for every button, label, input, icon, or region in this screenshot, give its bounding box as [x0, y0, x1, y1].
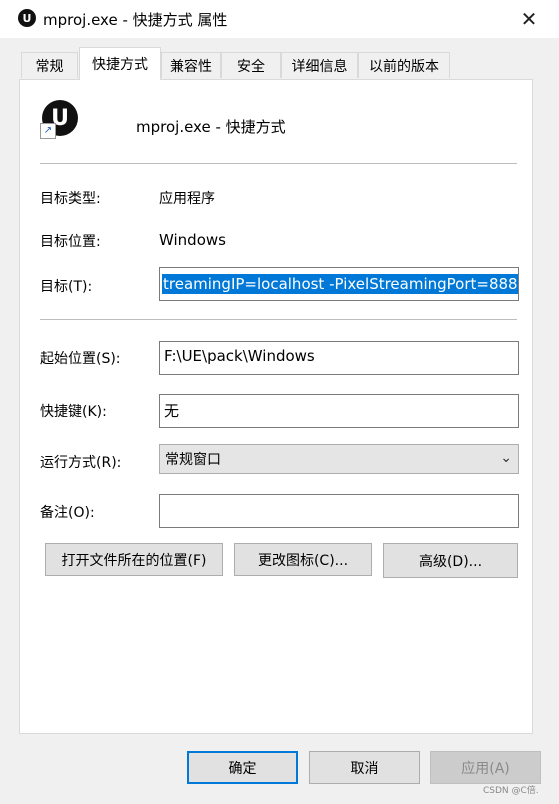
comment-field[interactable] — [159, 494, 519, 528]
target-location-label: 目标位置: — [40, 234, 101, 250]
tab-compatibility[interactable]: 兼容性 — [161, 52, 221, 78]
window-title: mproj.exe - 快捷方式 属性 — [43, 11, 228, 29]
hotkey-label: 快捷键(K): — [40, 404, 107, 420]
target-field-text: treamingIP=localhost -PixelStreamingPort… — [162, 274, 518, 294]
divider — [40, 163, 517, 164]
open-file-location-button[interactable]: 打开文件所在的位置(F) — [45, 543, 223, 576]
change-icon-button[interactable]: 更改图标(C)... — [234, 543, 372, 576]
hotkey-field[interactable]: 无 — [159, 394, 519, 428]
comment-label: 备注(O): — [40, 505, 95, 521]
cancel-button[interactable]: 取消 — [309, 751, 420, 784]
advanced-button[interactable]: 高级(D)... — [383, 543, 518, 578]
shortcut-arrow-icon: ↗ — [40, 123, 56, 139]
tab-details[interactable]: 详细信息 — [281, 52, 358, 78]
target-type-value: 应用程序 — [159, 191, 215, 207]
chevron-down-icon: ⌄ — [500, 450, 512, 466]
apply-button[interactable]: 应用(A) — [430, 751, 541, 784]
start-in-field[interactable]: F:\UE\pack\Windows — [159, 341, 519, 375]
watermark-text: CSDN @C倍. — [483, 786, 539, 796]
window-frame-left — [0, 38, 10, 804]
window-frame-right — [541, 38, 559, 804]
start-in-label: 起始位置(S): — [40, 351, 121, 367]
tab-general[interactable]: 常规 — [21, 52, 78, 78]
run-mode-value: 常规窗口 — [165, 452, 221, 468]
target-location-value: Windows — [159, 231, 226, 249]
run-label: 运行方式(R): — [40, 455, 122, 471]
divider — [40, 319, 517, 320]
target-type-label: 目标类型: — [40, 191, 101, 207]
run-mode-select[interactable]: 常规窗口 ⌄ — [159, 444, 519, 474]
tab-security[interactable]: 安全 — [221, 52, 281, 78]
shortcut-name: mproj.exe - 快捷方式 — [136, 118, 286, 136]
close-button[interactable]: ✕ — [503, 2, 555, 36]
target-label: 目标(T): — [40, 279, 93, 295]
ok-button[interactable]: 确定 — [187, 751, 298, 784]
title-bar: U mproj.exe - 快捷方式 属性 ✕ — [0, 0, 559, 38]
tab-shortcut[interactable]: 快捷方式 — [79, 47, 161, 80]
tab-previous-versions[interactable]: 以前的版本 — [358, 52, 450, 78]
unreal-logo-icon: U — [18, 9, 36, 27]
target-field[interactable]: treamingIP=localhost -PixelStreamingPort… — [159, 267, 519, 301]
